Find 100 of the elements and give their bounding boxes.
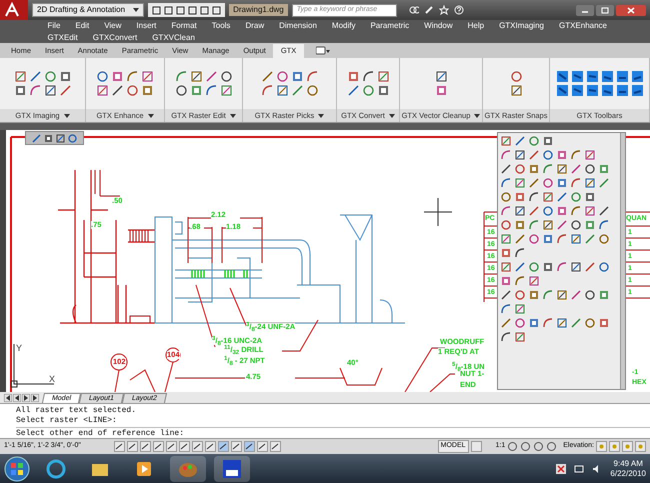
tool-icon[interactable] [60, 71, 70, 82]
wrench-icon[interactable] [424, 5, 434, 15]
menu-item[interactable]: GTXImaging [492, 20, 552, 32]
caret-icon[interactable] [388, 114, 395, 118]
tool-icon[interactable] [501, 234, 511, 244]
status-toggle-icon[interactable] [205, 441, 216, 452]
tool-icon[interactable] [515, 150, 525, 160]
status-toggle-icon[interactable] [192, 441, 203, 452]
menu-item[interactable]: Window [416, 20, 460, 32]
navigation-arrow-icon[interactable] [31, 394, 39, 402]
toolbar-toggle-icon[interactable] [602, 85, 612, 96]
tool-icon[interactable] [190, 71, 202, 82]
tool-icon[interactable] [510, 85, 522, 96]
tool-icon[interactable] [97, 71, 108, 82]
status-tool-icon[interactable] [546, 441, 558, 452]
tool-icon[interactable] [529, 276, 539, 286]
tool-icon[interactable] [97, 85, 108, 96]
tool-icon[interactable] [142, 71, 153, 82]
tool-icon[interactable] [515, 332, 525, 342]
status-toggle-icon[interactable] [140, 441, 151, 452]
tool-icon[interactable] [176, 71, 186, 82]
toolbar-toggle-icon[interactable] [572, 71, 582, 82]
menu-item[interactable]: Help [460, 20, 492, 32]
workspace-dropdown[interactable]: 2D Drafting & Annotation [32, 3, 144, 17]
close-button[interactable] [616, 4, 646, 16]
tool-icon[interactable] [543, 192, 553, 202]
tool-icon[interactable] [515, 206, 525, 216]
start-button[interactable] [4, 456, 30, 482]
tool-icon[interactable] [306, 85, 318, 96]
palette-grip[interactable] [620, 133, 625, 389]
tool-icon[interactable] [220, 71, 232, 82]
tool-icon[interactable] [142, 85, 153, 96]
navigation-arrow-icon[interactable] [22, 394, 30, 402]
tool-icon[interactable] [276, 85, 288, 96]
caret-icon[interactable] [230, 114, 236, 118]
tool-icon[interactable] [112, 71, 123, 82]
tool-icon[interactable] [585, 178, 595, 188]
tool-icon[interactable] [543, 220, 553, 230]
tool-icon[interactable] [585, 150, 595, 160]
tool-icon[interactable] [348, 71, 358, 82]
star-icon[interactable] [438, 5, 449, 15]
help-icon[interactable] [454, 5, 464, 15]
caret-icon[interactable] [148, 114, 154, 118]
status-toggle-icon[interactable] [270, 441, 281, 452]
toolbar-toggle-icon[interactable] [586, 85, 598, 96]
command-prompt[interactable]: Select other end of reference line: [16, 428, 650, 439]
toolbar-toggle-icon[interactable] [602, 71, 612, 82]
menu-item[interactable]: Format [164, 20, 204, 32]
tool-icon[interactable] [176, 85, 186, 96]
tool-icon[interactable] [112, 85, 123, 96]
menu-item[interactable]: Edit [68, 20, 97, 32]
menu-item[interactable]: GTXEnhance [551, 20, 614, 32]
tool-icon[interactable] [501, 262, 511, 272]
tool-icon[interactable] [557, 290, 567, 300]
menu-item[interactable]: Insert [128, 20, 164, 32]
tool-icon[interactable] [571, 234, 581, 244]
toolbar-toggle-icon[interactable] [632, 71, 642, 82]
toolbar-toggle-icon[interactable] [616, 71, 628, 82]
menu-item[interactable]: Draw [238, 20, 272, 32]
toolbar-toggle-icon[interactable] [632, 85, 642, 96]
status-toggle-icon[interactable] [127, 441, 138, 452]
tool-icon[interactable] [56, 134, 65, 142]
tool-icon[interactable] [30, 85, 40, 96]
app-menu-icon[interactable] [0, 0, 28, 20]
tool-icon[interactable] [220, 85, 232, 96]
menu-item[interactable]: GTXEdit [40, 32, 86, 43]
status-toggle-icon[interactable] [257, 441, 268, 452]
tool-icon[interactable] [557, 164, 567, 174]
minimize-button[interactable] [576, 4, 594, 16]
network-icon[interactable] [574, 464, 584, 474]
tool-icon[interactable] [14, 85, 26, 96]
panel-options-button[interactable] [316, 46, 330, 55]
tool-icon[interactable] [515, 304, 525, 314]
tool-icon[interactable] [127, 85, 138, 96]
toolbar-toggle-icon[interactable] [586, 71, 598, 82]
tool-icon[interactable] [30, 71, 40, 82]
tool-icon[interactable] [262, 85, 272, 96]
tool-icon[interactable] [436, 71, 446, 82]
status-tool-icon[interactable] [533, 441, 544, 452]
taskbar-button[interactable] [214, 456, 250, 482]
caret-icon[interactable] [64, 114, 70, 118]
toolbar-toggle-icon[interactable] [616, 85, 628, 96]
status-toggle-icon[interactable] [179, 441, 190, 452]
toolbar-toggle-icon[interactable] [556, 85, 568, 96]
flag-icon[interactable] [556, 464, 566, 474]
caret-icon[interactable] [474, 114, 480, 118]
menu-item[interactable]: View [96, 20, 129, 32]
tool-icon[interactable] [206, 85, 216, 96]
tool-icon[interactable] [571, 262, 581, 272]
status-toggle-icon[interactable] [244, 441, 255, 452]
status-toggle-icon[interactable] [231, 441, 242, 452]
tool-icon[interactable] [44, 85, 56, 96]
navigation-arrow-icon[interactable] [13, 394, 21, 402]
tool-icon[interactable] [585, 206, 595, 216]
tool-icon[interactable] [362, 85, 374, 96]
tool-icon[interactable] [510, 71, 522, 82]
status-toggle-icon[interactable] [153, 441, 164, 452]
tool-icon[interactable] [127, 71, 138, 82]
tool-icon[interactable] [262, 71, 272, 82]
tool-icon[interactable] [378, 71, 388, 82]
